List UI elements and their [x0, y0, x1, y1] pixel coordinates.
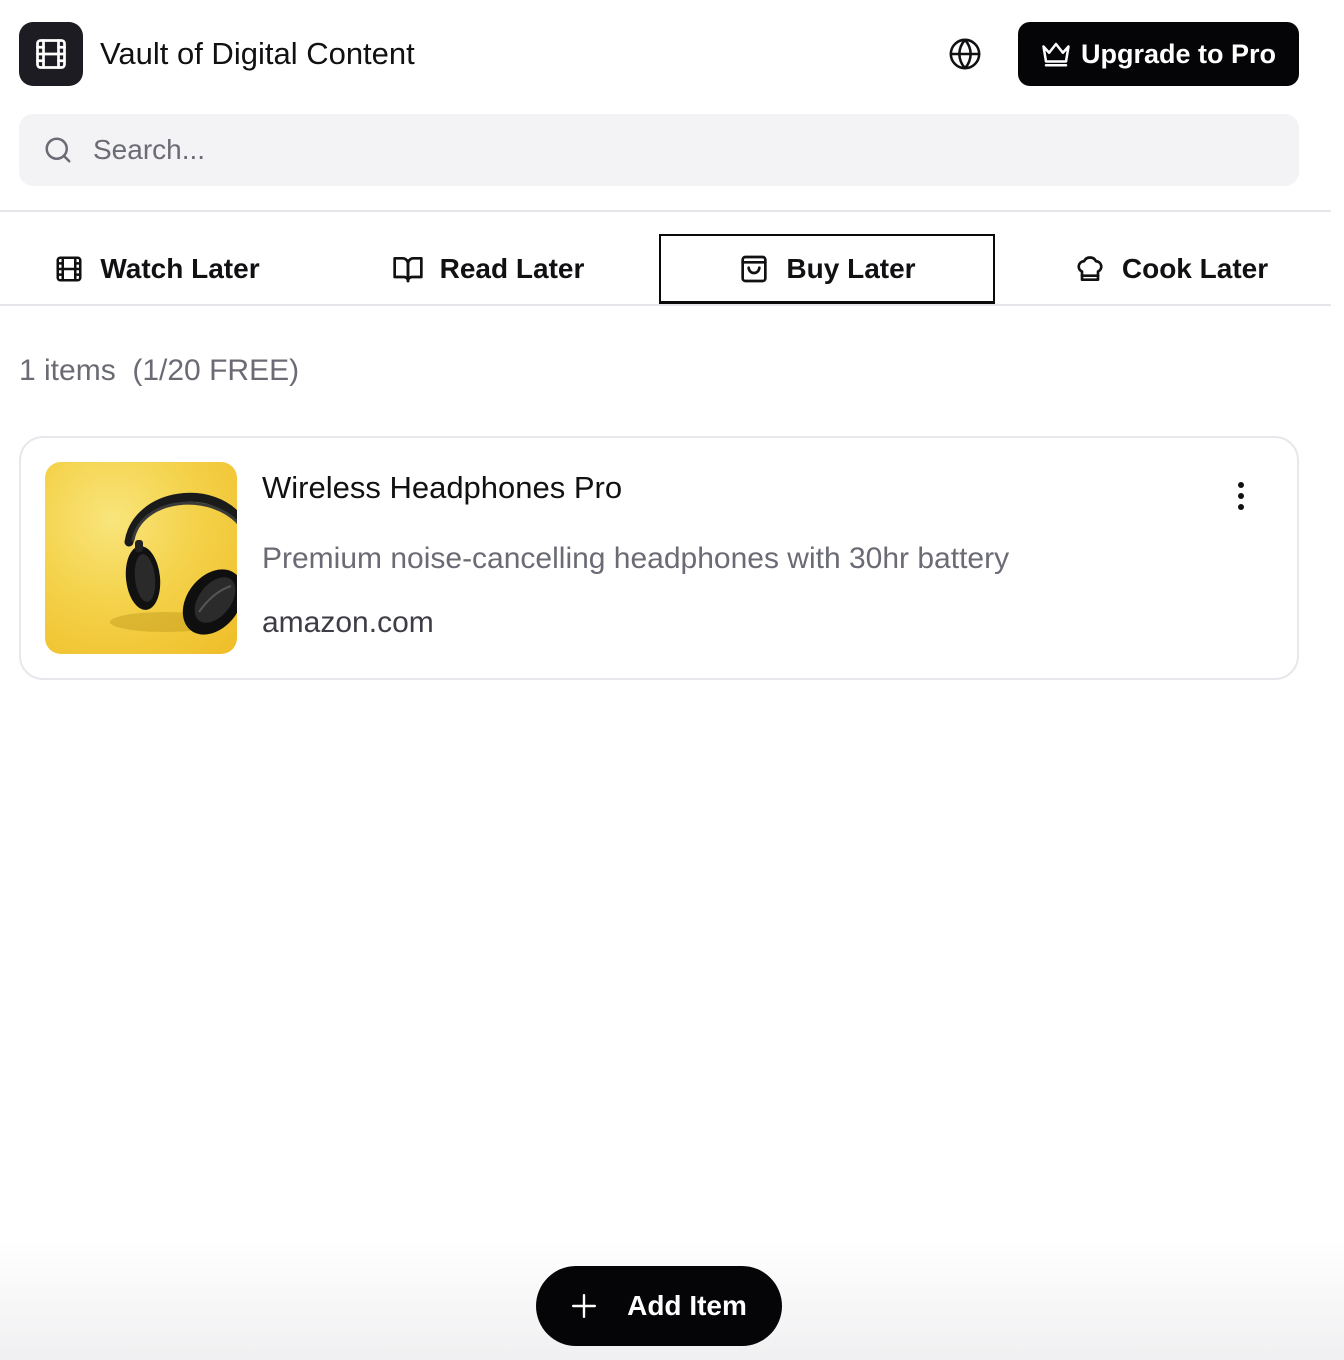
item-title[interactable]: Wireless Headphones Pro [262, 470, 622, 506]
add-item-label: Add Item [627, 1290, 747, 1321]
search-icon [45, 137, 71, 163]
shopping-bag-icon [741, 255, 768, 282]
category-tabs: Watch Later Read Later Buy Later Cook La… [0, 212, 1331, 304]
book-open-icon [392, 257, 423, 283]
tab-cook-later[interactable]: Cook Later [1011, 234, 1331, 304]
headphones-icon [110, 492, 237, 635]
item-source[interactable]: amazon.com [262, 606, 434, 640]
search-bar [19, 114, 1299, 186]
add-item-button[interactable]: Add Item [536, 1266, 782, 1346]
app-title: Vault of Digital Content [100, 36, 415, 71]
upgrade-button[interactable]: Upgrade to Pro [1018, 22, 1299, 86]
item-menu-button[interactable] [1225, 476, 1257, 516]
item-card[interactable]: Wireless Headphones Pro Premium noise-ca… [19, 436, 1299, 680]
globe-icon [949, 38, 981, 70]
tab-read-later[interactable]: Read Later [330, 234, 646, 304]
chef-hat-icon [1077, 256, 1103, 281]
tab-label: Cook Later [1121, 253, 1269, 284]
search-input[interactable] [93, 114, 1273, 186]
tab-label: Buy Later [786, 252, 916, 284]
tab-label: Read Later [439, 253, 585, 284]
app-logo [19, 22, 83, 86]
language-button[interactable] [948, 37, 982, 71]
item-thumbnail [45, 462, 237, 654]
app-root: Vault of Digital Content Upgrade to Pro [0, 0, 1344, 1360]
more-vertical-icon [1238, 482, 1244, 510]
tabs-divider-bottom [0, 304, 1331, 306]
film-icon [36, 39, 66, 69]
plus-icon [572, 1293, 597, 1319]
tab-buy-later[interactable]: Buy Later [659, 234, 995, 304]
crown-icon [1042, 42, 1070, 67]
header: Vault of Digital Content Upgrade to Pro [19, 22, 1299, 86]
tab-watch-later[interactable]: Watch Later [0, 234, 314, 304]
item-count: 1 items (1/20 FREE) [19, 354, 300, 387]
upgrade-label: Upgrade to Pro [1080, 38, 1276, 69]
film-icon [56, 256, 82, 282]
tab-label: Watch Later [100, 253, 260, 284]
item-description: Premium noise-cancelling headphones with… [262, 542, 1010, 575]
